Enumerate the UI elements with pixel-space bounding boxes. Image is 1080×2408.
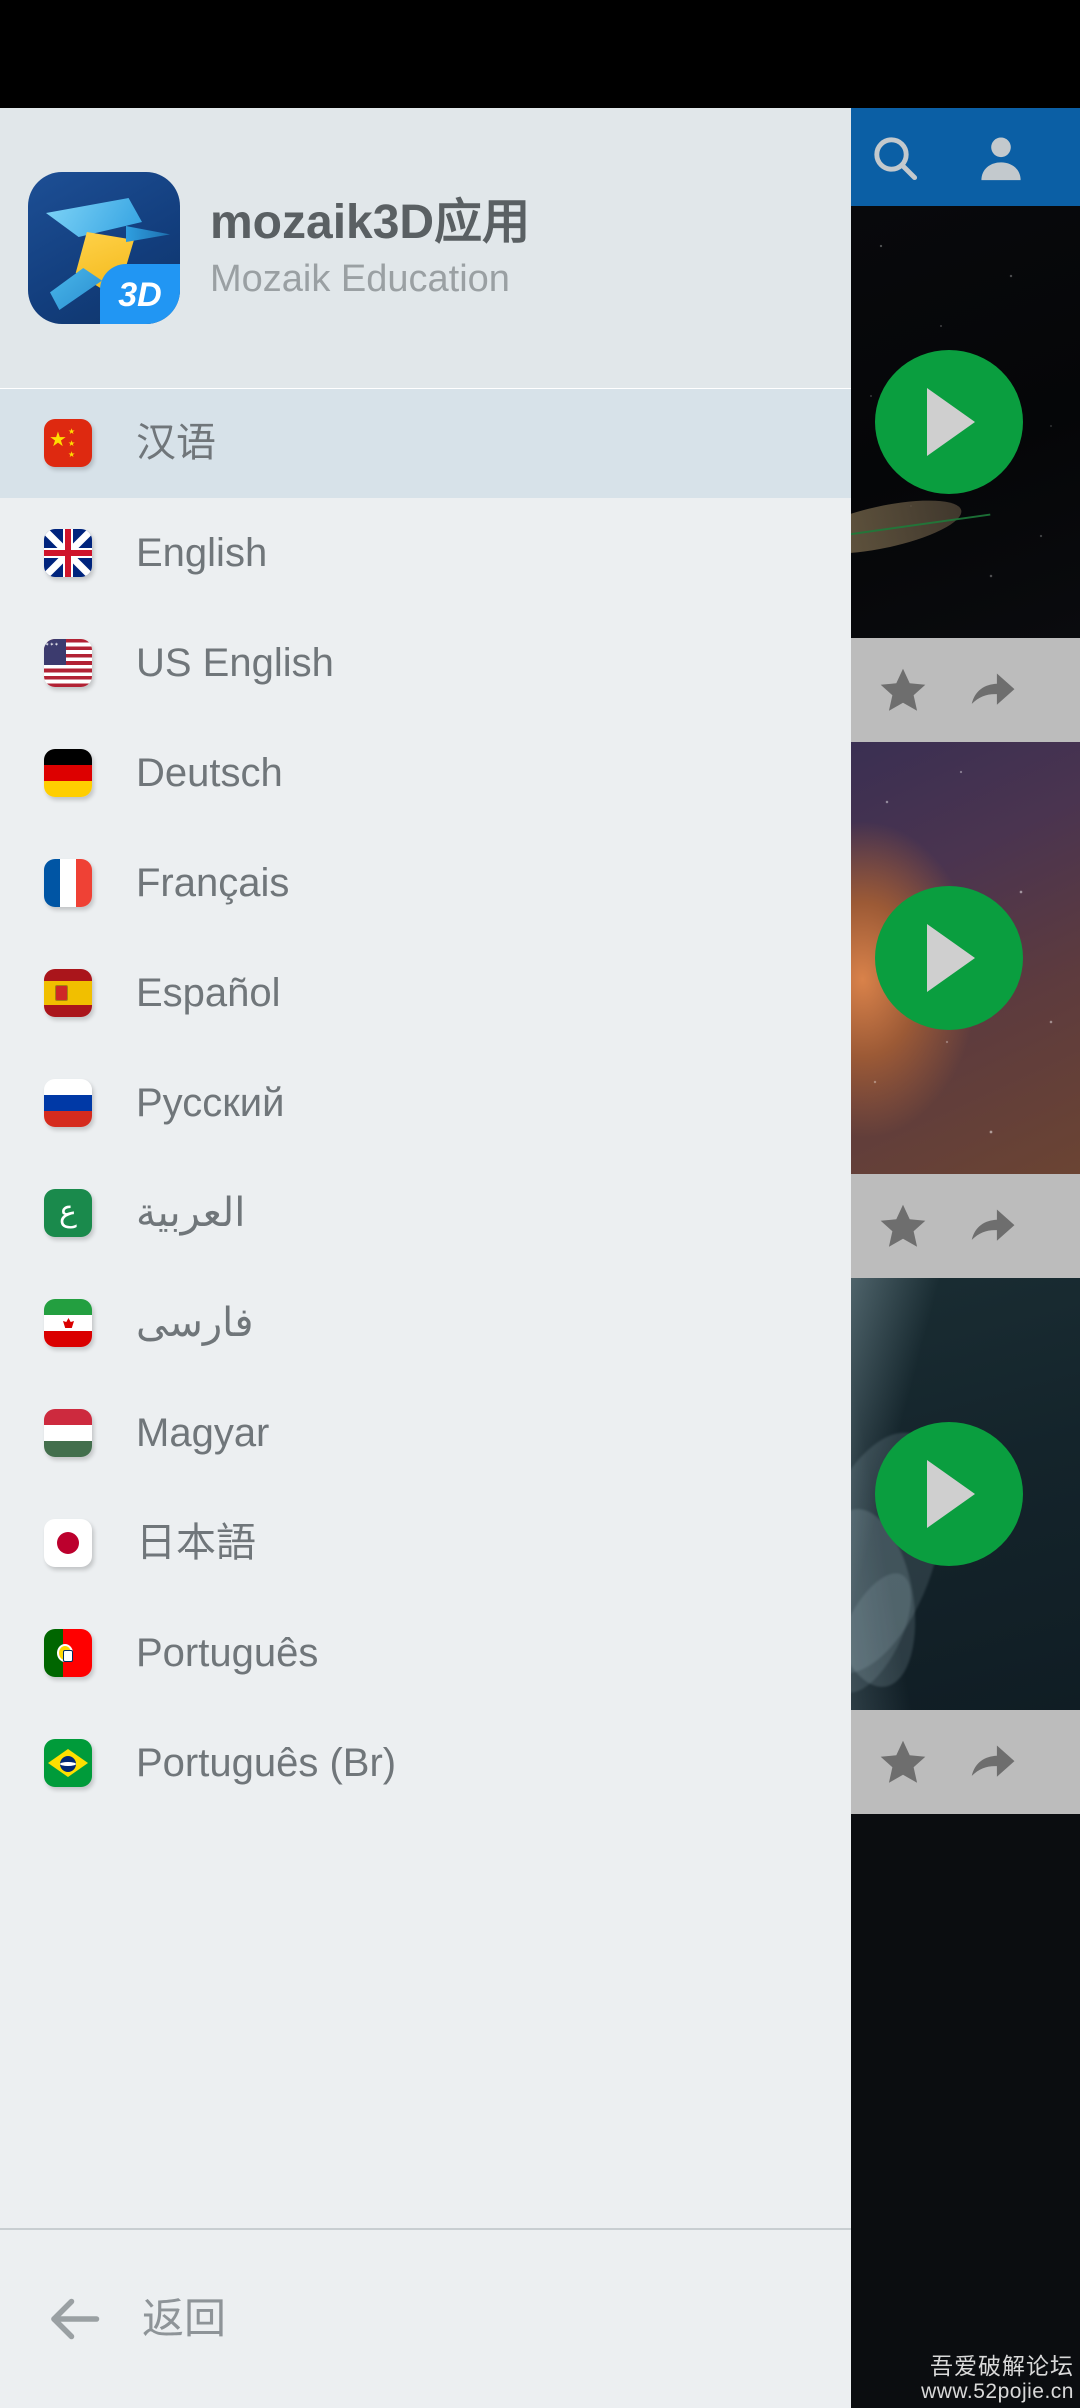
- language-label: Español: [136, 971, 281, 1015]
- drawer-header: 3D mozaik3D应用 Mozaik Education: [0, 108, 851, 388]
- flag-arabic-icon: ع: [44, 1189, 92, 1237]
- language-label: Русский: [136, 1081, 285, 1125]
- app-bar: [851, 108, 1080, 206]
- share-icon[interactable]: [967, 1200, 1019, 1252]
- language-label: Deutsch: [136, 751, 283, 795]
- language-label: 日本語: [136, 1521, 256, 1565]
- hummingbird-logo: 3D: [28, 172, 180, 324]
- flag-united-states-icon: [44, 639, 92, 687]
- media-card[interactable]: [851, 1278, 1080, 1814]
- language-item-pt[interactable]: Português: [0, 1598, 851, 1708]
- language-item-hu[interactable]: Magyar: [0, 1378, 851, 1488]
- share-icon[interactable]: [967, 1736, 1019, 1788]
- language-label: Français: [136, 861, 290, 905]
- language-item-ir[interactable]: فارسی: [0, 1268, 851, 1378]
- star-icon[interactable]: [877, 1736, 929, 1788]
- smoke-dark-thumbnail[interactable]: [851, 1278, 1080, 1710]
- language-item-de[interactable]: Deutsch: [0, 718, 851, 828]
- phone-screen: 吾爱破解论坛 www.52pojie.cn 3D mozaik3D应用 Moza…: [0, 0, 1080, 2408]
- play-icon[interactable]: [875, 886, 1023, 1030]
- language-item-ru[interactable]: Русский: [0, 1048, 851, 1158]
- watermark-line-1: 吾爱破解论坛: [930, 2353, 1074, 2380]
- flag-spain-icon: [44, 969, 92, 1017]
- drawer-header-text: mozaik3D应用 Mozaik Education: [210, 196, 530, 300]
- flag-star-large: ★: [49, 429, 67, 451]
- status-bar: [0, 0, 1080, 108]
- content-pane: 吾爱破解论坛 www.52pojie.cn: [851, 108, 1080, 2408]
- flag-brazil-icon: [44, 1739, 92, 1787]
- language-list: ★★★★ 汉语 English US English Deutsch Français Es…: [0, 388, 851, 2228]
- language-label: Português (Br): [136, 1741, 397, 1785]
- flag-france-icon: [44, 859, 92, 907]
- back-label: 返回: [142, 2295, 227, 2342]
- language-label: 汉语: [136, 421, 216, 465]
- language-label: Português: [136, 1631, 319, 1675]
- flag-china-icon: ★ ★ ★ ★: [44, 419, 92, 467]
- language-label: Magyar: [136, 1411, 270, 1455]
- star-icon[interactable]: [877, 1200, 929, 1252]
- card-action-bar: [851, 638, 1080, 742]
- share-icon[interactable]: [967, 664, 1019, 716]
- flag-hungary-icon: [44, 1409, 92, 1457]
- language-label: العربية: [136, 1191, 246, 1235]
- language-label: فارسی: [136, 1301, 254, 1345]
- flag-russia-icon: [44, 1079, 92, 1127]
- flag-united-kingdom-icon: [44, 529, 92, 577]
- language-item-gb[interactable]: English: [0, 498, 851, 608]
- language-item-cn[interactable]: ★ ★ ★ ★ 汉语: [0, 388, 851, 498]
- navigation-drawer: 3D mozaik3D应用 Mozaik Education ★ ★ ★ ★ 汉语 Eng…: [0, 108, 851, 2408]
- media-card[interactable]: [851, 742, 1080, 1278]
- play-icon[interactable]: [875, 1422, 1023, 1566]
- language-item-br[interactable]: Português (Br): [0, 1708, 851, 1818]
- language-item-jp[interactable]: 日本語: [0, 1488, 851, 1598]
- space-planet-thumbnail[interactable]: [851, 206, 1080, 638]
- card-action-bar: [851, 1710, 1080, 1814]
- arrow-left-icon[interactable]: [44, 2289, 104, 2349]
- nebula-galaxy-thumbnail[interactable]: [851, 742, 1080, 1174]
- card-action-bar: [851, 1174, 1080, 1278]
- language-item-es[interactable]: Español: [0, 938, 851, 1048]
- star-icon[interactable]: [877, 664, 929, 716]
- app-title: mozaik3D应用: [210, 195, 531, 249]
- play-icon[interactable]: [875, 350, 1023, 494]
- media-card[interactable]: [851, 206, 1080, 742]
- watermark: 吾爱破解论坛 www.52pojie.cn: [921, 2353, 1074, 2404]
- account-icon[interactable]: [973, 130, 1029, 186]
- language-label: US English: [136, 641, 334, 685]
- logo-3d-badge: 3D: [100, 264, 180, 324]
- language-item-fr[interactable]: Français: [0, 828, 851, 938]
- language-item-ar[interactable]: ع العربية: [0, 1158, 851, 1268]
- app-subtitle: Mozaik Education: [210, 257, 510, 300]
- flag-japan-icon: [44, 1519, 92, 1567]
- drawer-footer-back[interactable]: 返回: [0, 2228, 851, 2408]
- flag-portugal-icon: [44, 1629, 92, 1677]
- search-icon[interactable]: [867, 130, 923, 186]
- language-item-us[interactable]: US English: [0, 608, 851, 718]
- flag-germany-icon: [44, 749, 92, 797]
- logo-beak-shape: [126, 226, 170, 242]
- language-label: English: [136, 531, 268, 575]
- flag-stars-small: ★ ★ ★: [68, 427, 76, 460]
- flag-glyph: ع: [59, 1194, 77, 1228]
- flag-iran-icon: [44, 1299, 92, 1347]
- watermark-line-2: www.52pojie.cn: [921, 2379, 1074, 2403]
